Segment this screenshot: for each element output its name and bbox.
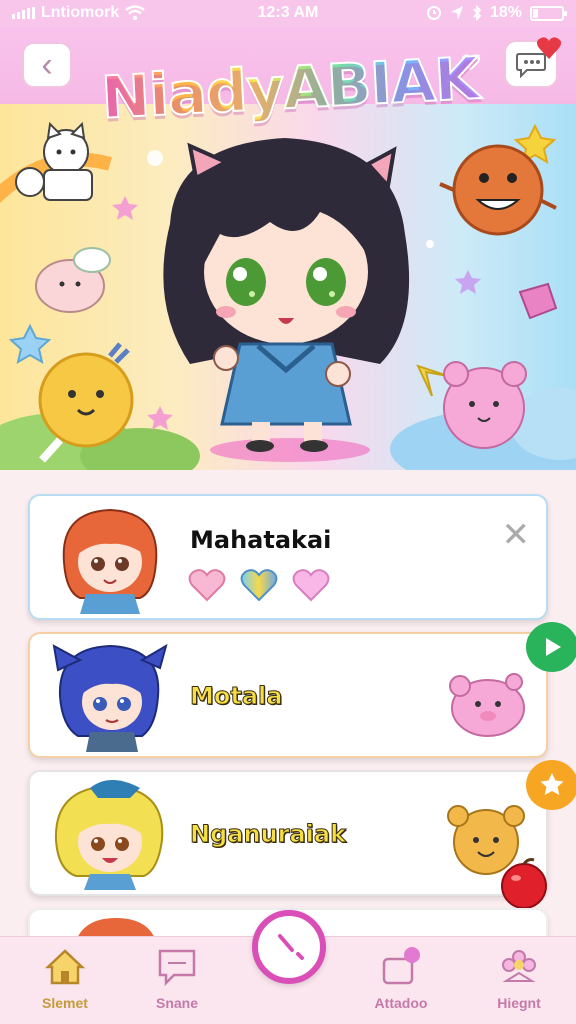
heart-badge-icon (536, 37, 562, 59)
avatar (62, 508, 158, 614)
heart-icon (188, 569, 226, 602)
nav-item-events[interactable]: Attadoo (356, 947, 446, 1019)
hero-illustration (0, 121, 576, 470)
alarm-icon (426, 6, 441, 20)
close-icon[interactable]: ✕ (502, 518, 531, 552)
app-title: NiadyABIAK (99, 31, 481, 146)
balloon-icon (382, 947, 420, 985)
avatar (54, 780, 164, 890)
nav-item-home[interactable]: Slemet (20, 947, 110, 1019)
nav-label: Hiegnt (497, 995, 541, 1011)
avatar (52, 643, 168, 752)
center-action-button[interactable] (252, 910, 326, 984)
heart-icon (292, 569, 330, 602)
location-icon (450, 6, 463, 20)
nav-label: Slemet (42, 995, 88, 1011)
clock-hand-icon (278, 934, 304, 960)
signal-icon (12, 7, 35, 19)
character-name: Nganuraiak (189, 820, 347, 849)
list-item[interactable]: Mahatakai ✕ (28, 494, 548, 620)
main-character-illustration (163, 138, 410, 462)
battery-percent: 18% (489, 4, 522, 21)
status-right: 18% (364, 4, 567, 22)
wifi-icon (125, 5, 145, 21)
flower-icon (502, 950, 536, 982)
favorite-button[interactable] (526, 760, 576, 810)
monster-sticker (439, 144, 557, 236)
nav-item-chat[interactable]: Snane (132, 947, 222, 1019)
chevron-left-icon: ‹ (41, 46, 53, 84)
character-name: Mahatakai (190, 526, 332, 554)
app-title-text: NiadyABIAK (99, 43, 481, 133)
list-item[interactable]: Nganuraiak (28, 770, 548, 896)
hero-banner (0, 104, 576, 470)
status-bar: Lntiomork 12:3 AM 18% (0, 0, 576, 26)
play-button[interactable] (526, 622, 576, 672)
bluetooth-icon (473, 5, 482, 21)
nav-label: Snane (155, 995, 198, 1011)
chat-icon (158, 949, 196, 987)
pink-bear-icon (449, 673, 525, 737)
status-left: Lntiomork (12, 4, 212, 22)
bunny-sticker (15, 167, 45, 197)
battery-fill (533, 8, 539, 18)
clock: 12:3 AM (257, 4, 319, 21)
battery-icon (530, 5, 567, 21)
rainbow-heart-icon (240, 569, 278, 602)
home-icon (44, 949, 86, 985)
star-icon (540, 773, 564, 795)
play-icon (546, 638, 561, 656)
nav-item-profile[interactable]: Hiegnt (474, 947, 564, 1019)
character-name: Motala (189, 682, 283, 711)
affinity-hearts (188, 568, 330, 602)
back-button[interactable]: ‹ (22, 42, 72, 88)
nav-label: Attadoo (374, 995, 428, 1011)
apple-icon (501, 858, 547, 908)
list-item[interactable]: Motala (28, 632, 548, 758)
carrier-name: Lntiomork (41, 4, 120, 21)
cat-sticker (43, 121, 93, 201)
